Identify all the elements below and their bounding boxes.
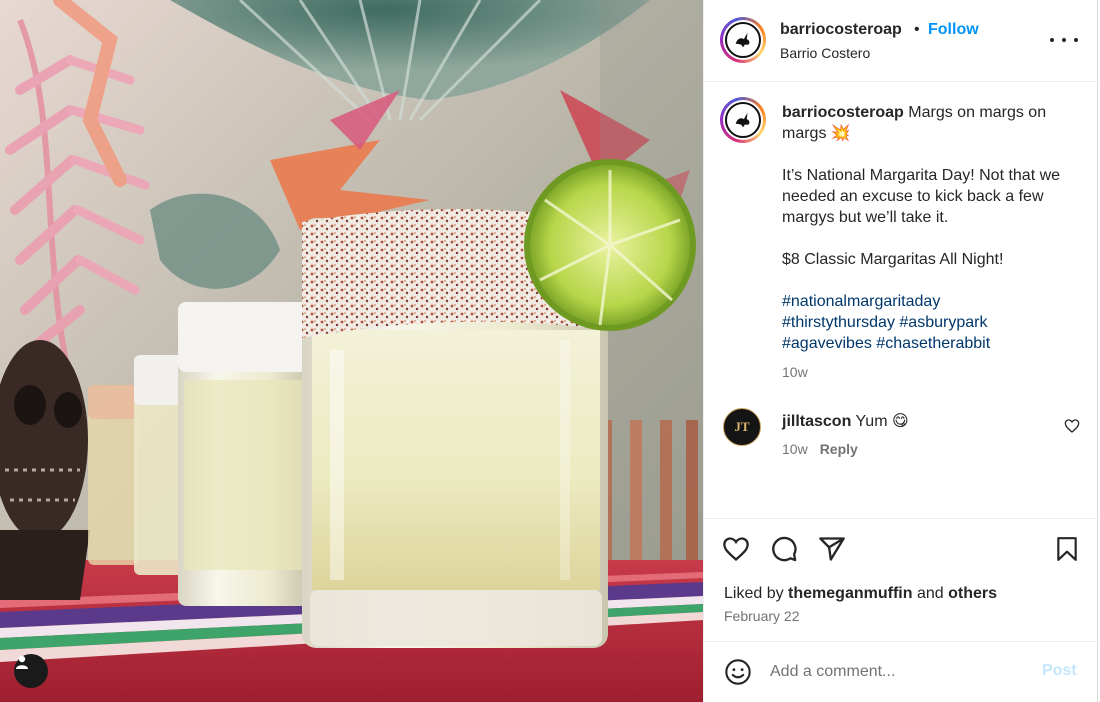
comment-avatar-initials: JT [734, 419, 750, 434]
comments-section[interactable]: barriocosteroap Margs on margs on margs … [704, 82, 1098, 518]
hashtag-link[interactable]: #agavevibes [782, 335, 872, 352]
hashtag-link[interactable]: #asburypark [899, 314, 987, 331]
rabbit-logo-icon [735, 112, 750, 128]
user-tag-button[interactable] [14, 654, 48, 688]
post-comment-button[interactable]: Post [1042, 662, 1077, 680]
heart-icon[interactable] [722, 535, 750, 563]
user-tag-icon [16, 655, 28, 669]
post-actions: Liked by themeganmuffin and others Febru… [704, 518, 1098, 642]
emoji-icon[interactable] [724, 658, 752, 686]
liked-by-username[interactable]: themeganmuffin [788, 585, 912, 602]
comment-username[interactable]: jilltascon [782, 413, 851, 430]
hashtag-link[interactable]: #chasetherabbit [876, 335, 990, 352]
panel-border [1097, 0, 1098, 702]
header-username[interactable]: barriocosteroap [780, 21, 902, 39]
reply-button[interactable]: Reply [820, 441, 858, 457]
hashtag-link[interactable]: #thirstythursday [782, 314, 895, 331]
comment-body: Yum 😋 [855, 413, 909, 430]
likes-summary: Liked by themeganmuffin and others [724, 585, 997, 603]
share-icon[interactable] [818, 535, 846, 563]
post-details-panel: barriocosteroap • Follow Barrio Costero … [703, 0, 1098, 702]
comment-avatar[interactable]: JT [723, 408, 761, 446]
post-header: barriocosteroap • Follow Barrio Costero [704, 0, 1098, 82]
more-options-icon[interactable] [1050, 28, 1078, 52]
comment-meta: 10w Reply [782, 441, 858, 457]
hashtag-link[interactable]: #nationalmargaritaday [782, 293, 940, 310]
bookmark-icon[interactable] [1054, 535, 1080, 563]
likes-conjunction: and [916, 585, 944, 602]
margarita-photo-illustration [0, 0, 703, 702]
add-comment-bar: Post [704, 641, 1098, 702]
caption-username[interactable]: barriocosteroap [782, 104, 904, 121]
post-caption: barriocosteroap Margs on margs on margs … [782, 102, 1082, 354]
comment-timestamp[interactable]: 10w [782, 441, 808, 457]
caption-text-line2: It’s National Margarita Day! Not that we… [782, 167, 1061, 226]
likes-prefix: Liked by [724, 585, 784, 602]
follow-button[interactable]: Follow [928, 21, 979, 39]
caption-timestamp[interactable]: 10w [782, 364, 808, 380]
comment-heart-icon[interactable] [1064, 418, 1080, 434]
profile-avatar[interactable] [720, 17, 766, 63]
post-date[interactable]: February 22 [724, 608, 799, 624]
post-location[interactable]: Barrio Costero [780, 45, 870, 61]
comment-text: jilltascon Yum 😋 [782, 411, 909, 431]
comment-input[interactable] [770, 658, 1030, 686]
header-separator-dot: • [914, 21, 920, 38]
post-photo[interactable] [0, 0, 703, 702]
caption-avatar[interactable] [720, 97, 766, 143]
caption-text-line3: $8 Classic Margaritas All Night! [782, 251, 1004, 268]
comment-icon[interactable] [770, 535, 798, 563]
rabbit-logo-icon [735, 32, 750, 48]
liked-by-others-link[interactable]: others [948, 585, 997, 602]
